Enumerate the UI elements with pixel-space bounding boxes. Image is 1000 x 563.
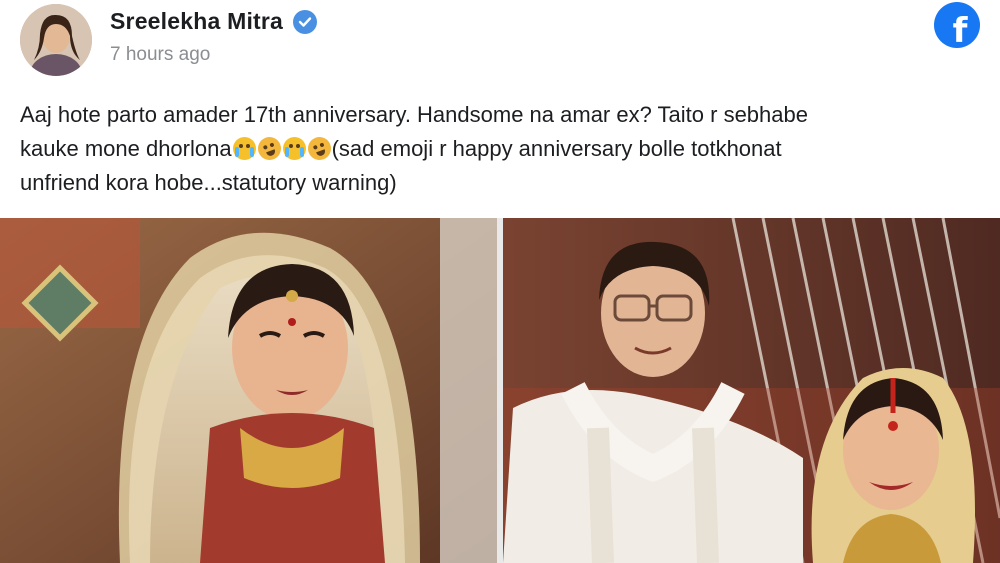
post-text-line-2a: kauke mone dhorlona (20, 136, 232, 161)
crying-face-emoji-icon (232, 137, 256, 160)
avatar-image (20, 4, 92, 76)
post-text-line-2b: (sad emoji r happy anniversary bolle tot… (331, 136, 782, 161)
author-name[interactable]: Sreelekha Mitra (110, 8, 283, 35)
author-row: Sreelekha Mitra (110, 8, 318, 35)
author-avatar[interactable] (20, 4, 92, 76)
laughing-face-emoji-icon (254, 133, 284, 164)
laughing-face-emoji-icon (304, 133, 334, 164)
post-text-line-1: Aaj hote parto amader 17th anniversary. … (20, 102, 808, 127)
post-text: Aaj hote parto amader 17th anniversary. … (20, 98, 980, 200)
verified-badge-icon (293, 9, 318, 34)
post-text-line-3: unfriend kora hobe...statutory warning) (20, 170, 397, 195)
crying-face-emoji-icon (282, 137, 306, 160)
facebook-post: Sreelekha Mitra 7 hours ago f Aaj hote p… (0, 0, 1000, 563)
couple-photo-image (503, 218, 1000, 563)
couple-photo[interactable] (503, 218, 1000, 563)
post-photos (0, 218, 1000, 563)
post-header: Sreelekha Mitra 7 hours ago f (0, 0, 1000, 84)
bride-photo[interactable] (0, 218, 497, 563)
facebook-logo-letter: f (952, 11, 968, 48)
post-timestamp[interactable]: 7 hours ago (110, 44, 210, 66)
facebook-logo-icon: f (934, 2, 980, 48)
bride-photo-image (0, 218, 497, 563)
